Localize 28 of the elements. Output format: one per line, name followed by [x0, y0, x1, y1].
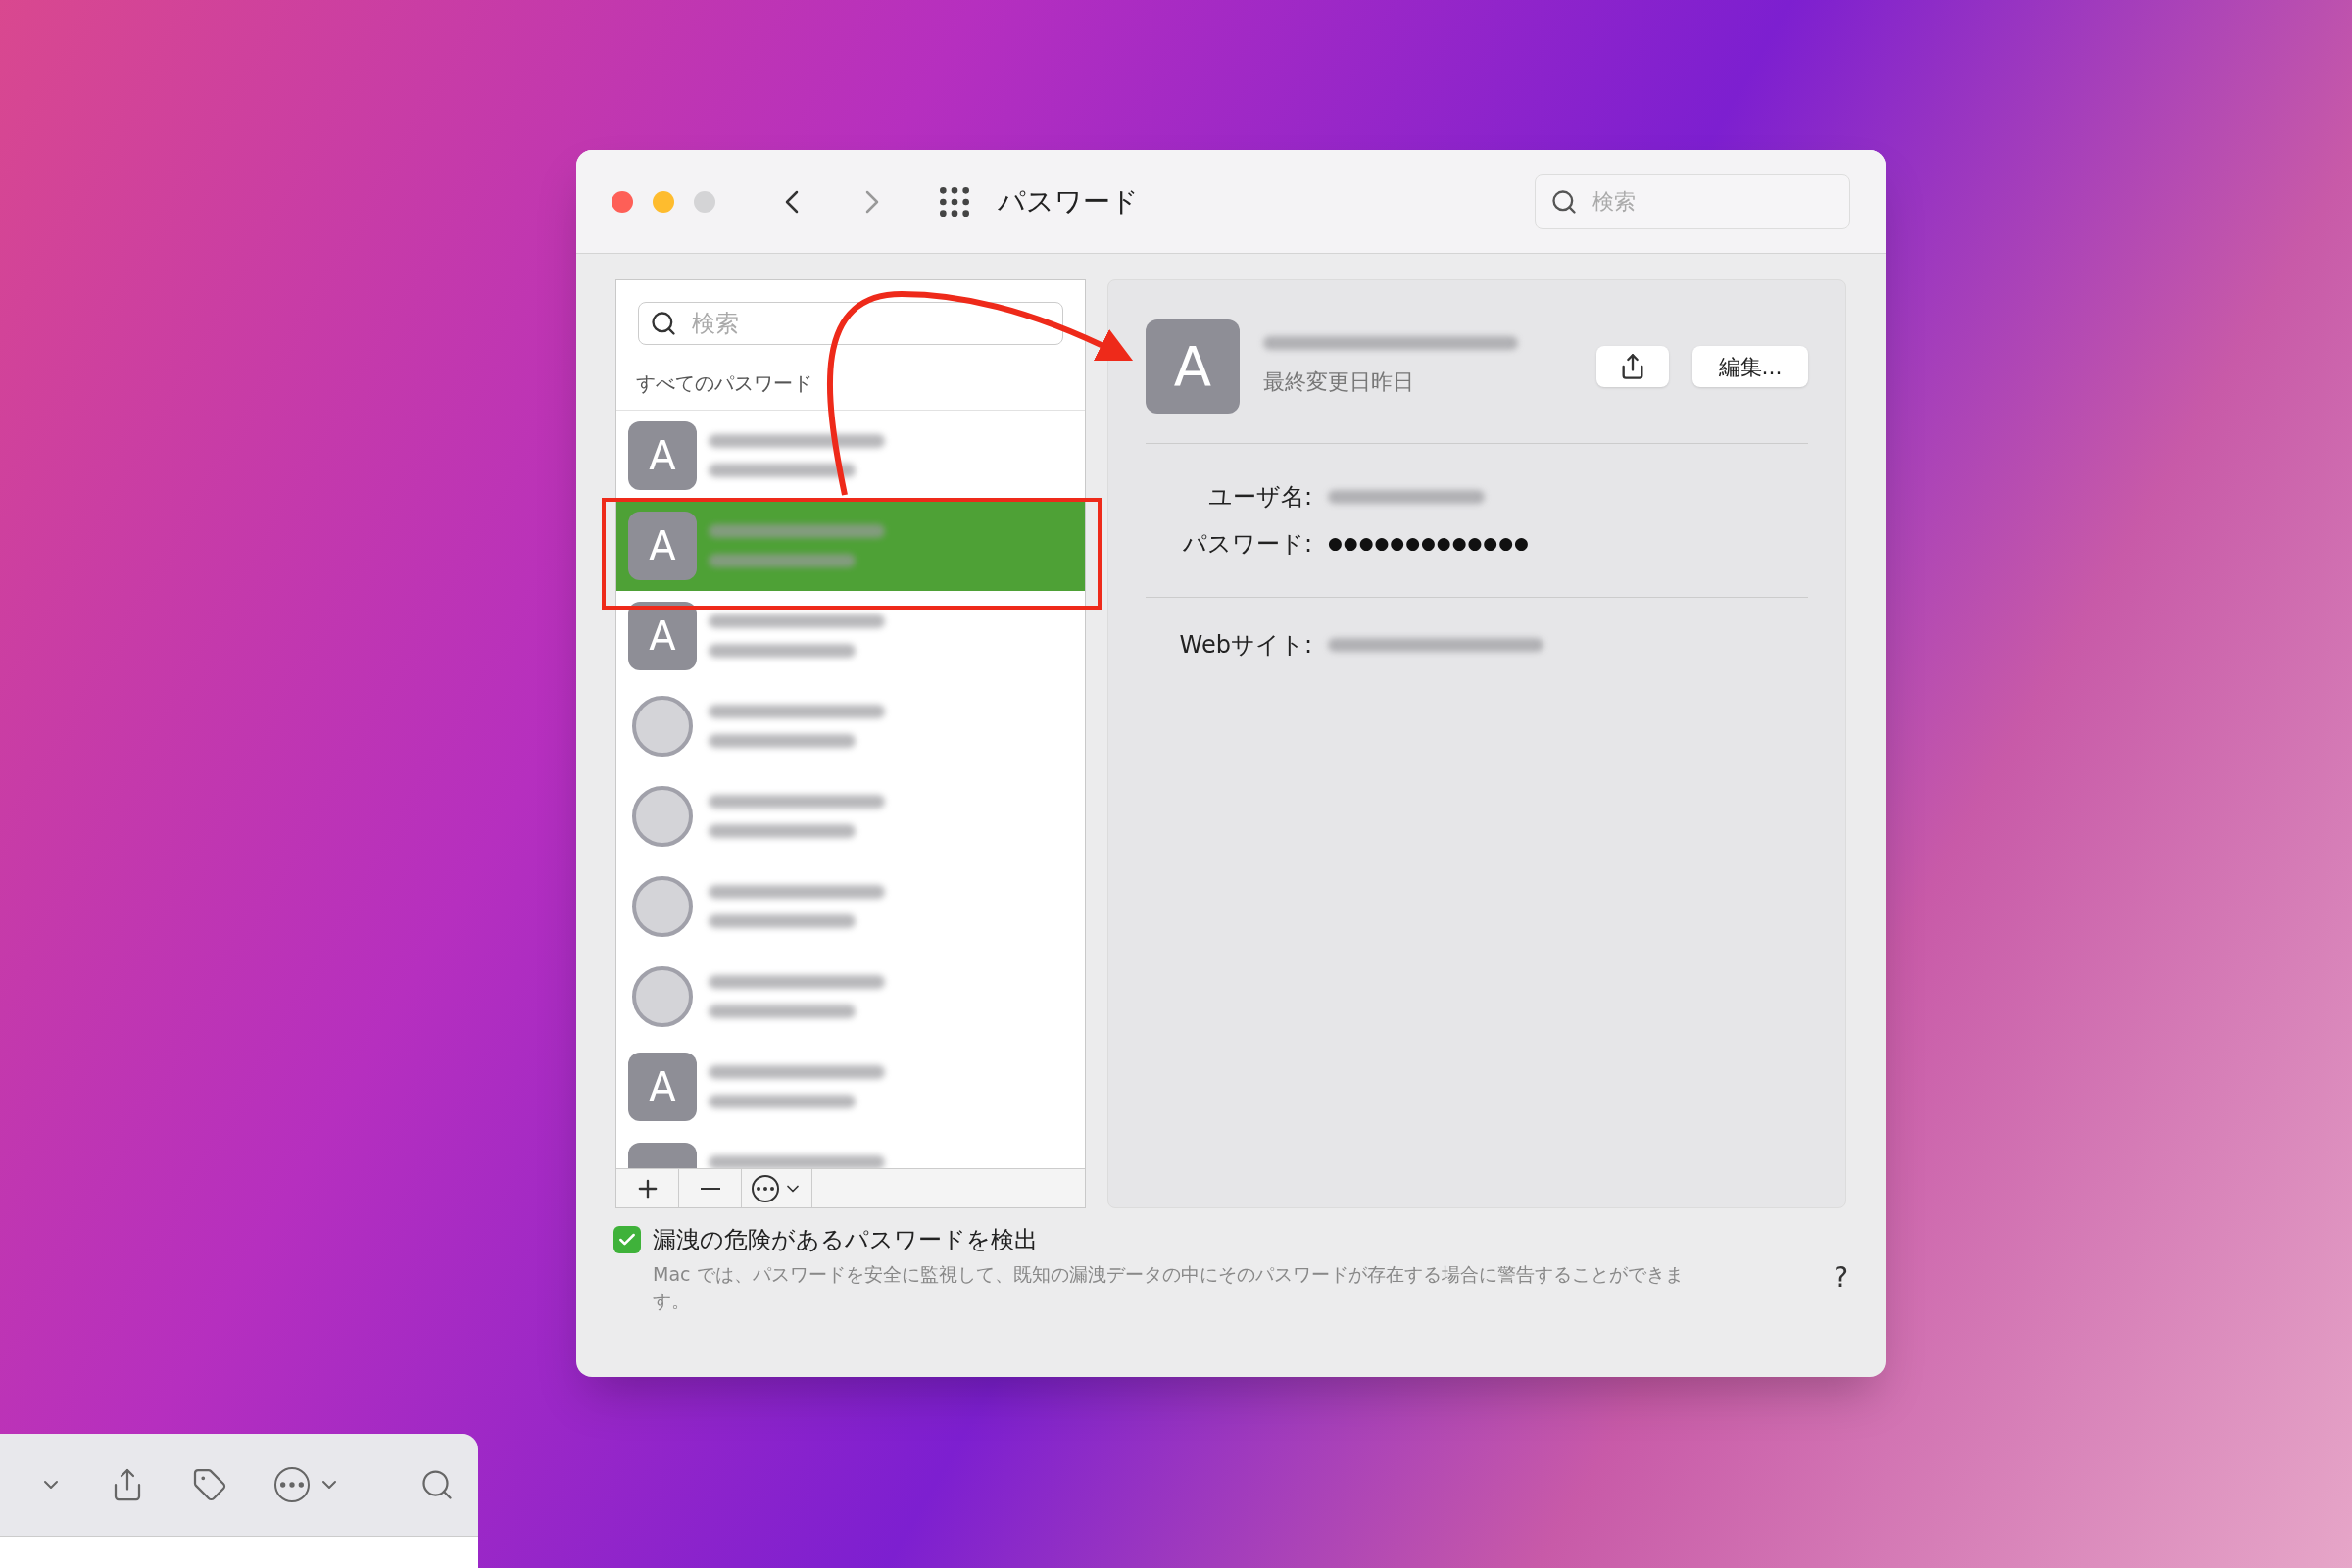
share-button[interactable] — [1596, 346, 1669, 387]
field-label: Webサイト: — [1178, 630, 1312, 661]
edit-button[interactable]: 編集... — [1692, 346, 1808, 387]
site-avatar: A — [628, 1053, 697, 1121]
site-avatar: A — [628, 512, 697, 580]
site-avatar: A — [628, 602, 697, 670]
help-button[interactable]: ? — [1834, 1257, 1848, 1298]
search-icon — [650, 310, 677, 337]
sidebar-search-field[interactable]: 検索 — [638, 302, 1063, 345]
tag-icon[interactable] — [192, 1467, 227, 1502]
search-icon[interactable] — [419, 1467, 455, 1502]
site-avatar: A — [628, 421, 697, 490]
search-field[interactable]: 検索 — [1535, 173, 1850, 229]
password-dots: ●●●●●●●●●●●●● — [1328, 532, 1531, 556]
search-icon — [1550, 187, 1578, 216]
description-text: Mac では、パスワードを安全に監視して、既知の漏洩データの中にそのパスワードが存在する場合に警告することができます。 — [653, 1262, 1685, 1313]
ellipsis-icon — [274, 1467, 310, 1502]
minus-icon — [700, 1187, 720, 1190]
close-button[interactable] — [612, 190, 633, 213]
checkbox[interactable] — [613, 1226, 641, 1253]
password-list-item[interactable]: A — [616, 501, 1085, 591]
field-label: パスワード: — [1181, 529, 1312, 560]
window-title: パスワード — [998, 183, 1139, 220]
checkbox-label: 漏洩の危険があるパスワードを検出 — [653, 1225, 1039, 1255]
modified-date: 最終変更日昨日 — [1263, 368, 1415, 396]
site-avatar: A — [1146, 319, 1240, 414]
field-label: ユーザ名: — [1206, 482, 1312, 513]
ellipsis-icon — [751, 1174, 779, 1202]
